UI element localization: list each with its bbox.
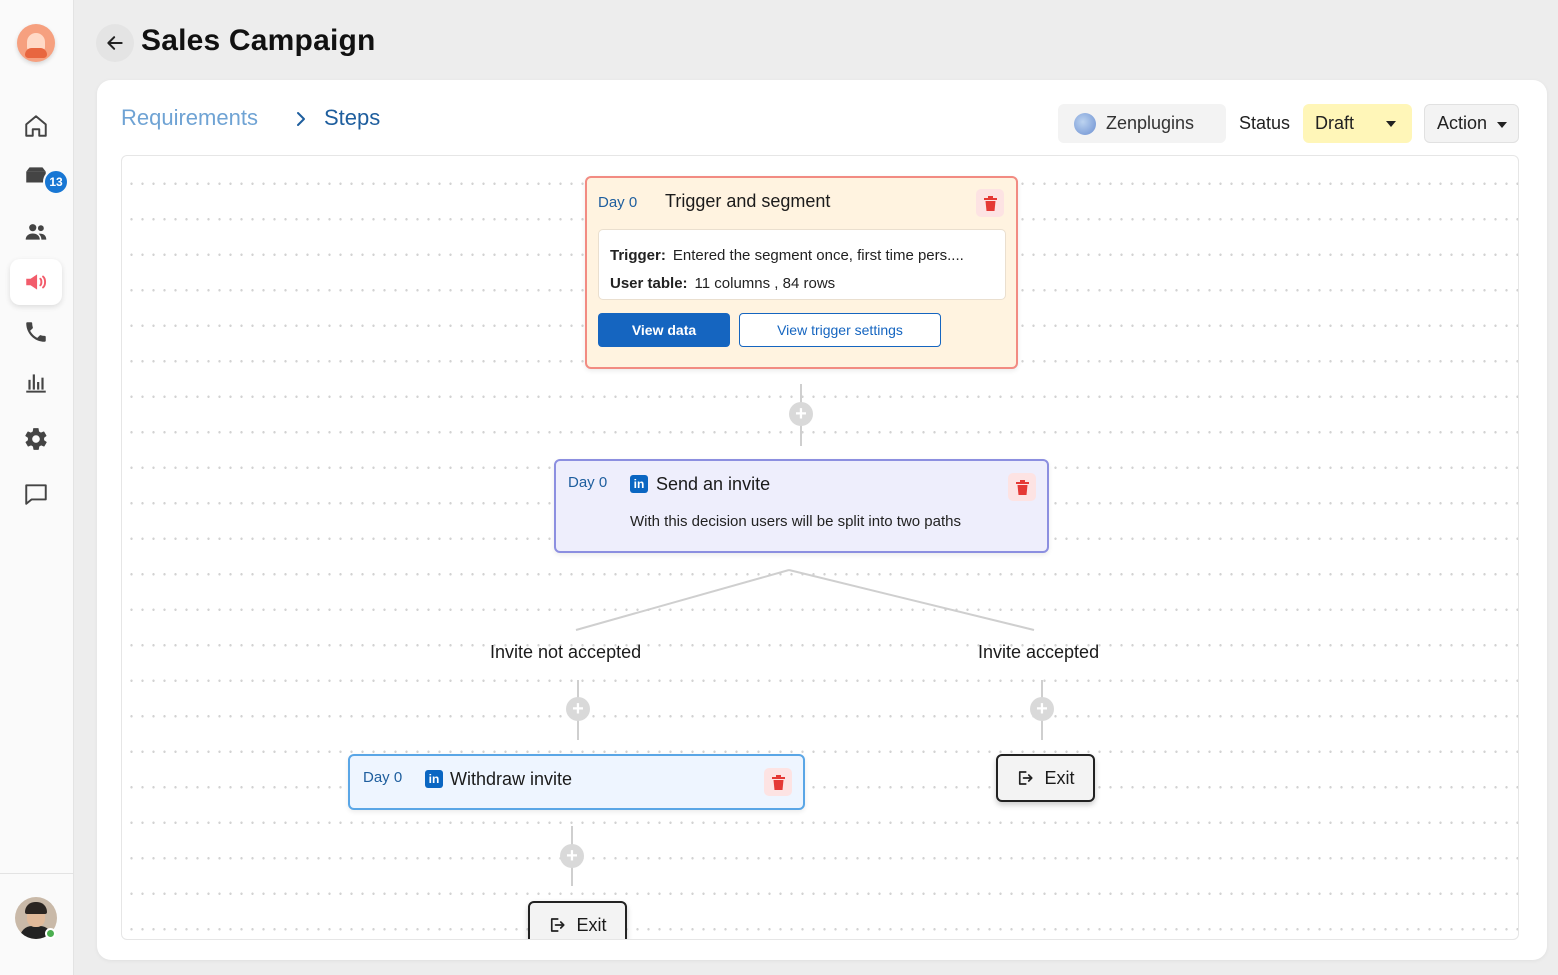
- withdraw-invite-node[interactable]: Day 0 in Withdraw invite: [348, 754, 805, 810]
- view-trigger-settings-button[interactable]: View trigger settings: [739, 313, 941, 347]
- phone-icon: [26, 322, 46, 342]
- home-icon: [25, 115, 47, 137]
- trigger-label: Trigger:: [610, 246, 666, 264]
- trigger-value: Entered the segment once, first time per…: [672, 246, 964, 264]
- invite-title: Send an invite: [656, 474, 771, 494]
- trigger-node[interactable]: Day 0 Trigger and segment Trigger: Enter…: [585, 176, 1018, 369]
- bar-chart-icon: [26, 374, 46, 393]
- sidebar-item-calls[interactable]: [10, 309, 62, 355]
- trash-icon[interactable]: [976, 189, 1004, 217]
- linkedin-icon: in: [630, 475, 648, 493]
- globe-icon: [1074, 112, 1096, 135]
- trigger-title: Trigger and segment: [665, 191, 831, 211]
- chevron-right-icon: [294, 108, 308, 134]
- sidebar-item-home[interactable]: [10, 103, 62, 149]
- logo-body: [25, 48, 47, 58]
- caret-down-icon: [1386, 121, 1396, 127]
- breadcrumb-steps[interactable]: Steps: [324, 105, 380, 131]
- sidebar: 13: [0, 0, 74, 975]
- trigger-info-box: Trigger: Entered the segment once, first…: [598, 229, 1006, 300]
- inbox-badge: 13: [43, 169, 69, 195]
- action-dropdown-button[interactable]: Action: [1424, 104, 1519, 143]
- view-data-button[interactable]: View data: [598, 313, 730, 347]
- trigger-day-label: Day 0: [598, 194, 638, 211]
- exit-icon: [551, 918, 566, 932]
- gear-icon: [25, 428, 47, 450]
- send-invite-node[interactable]: Day 0 in Send an invite With this decisi…: [554, 459, 1049, 553]
- page-title: Sales Campaign: [141, 24, 376, 57]
- add-step-button[interactable]: +: [560, 844, 584, 868]
- add-step-button[interactable]: +: [789, 402, 813, 426]
- integration-label: Zenplugins: [1106, 113, 1195, 133]
- online-status-dot: [45, 928, 56, 939]
- exit-icon: [1019, 771, 1034, 785]
- connector-line: [788, 569, 1035, 631]
- connector-line: [575, 569, 790, 631]
- breadcrumb-requirements[interactable]: Requirements: [121, 105, 258, 131]
- exit-node[interactable]: Exit: [528, 901, 627, 939]
- add-step-button[interactable]: +: [1030, 697, 1054, 721]
- user-table-label: User table:: [610, 274, 688, 292]
- trash-icon[interactable]: [1008, 473, 1036, 501]
- chat-icon: [25, 484, 47, 505]
- arrow-left-icon: [107, 36, 123, 50]
- withdraw-title: Withdraw invite: [450, 769, 573, 789]
- status-dropdown[interactable]: Draft: [1303, 104, 1412, 143]
- exit-label: Exit: [576, 914, 607, 935]
- status-label: Status: [1239, 113, 1291, 133]
- avatar-hair: [25, 902, 47, 914]
- sidebar-item-campaigns[interactable]: [10, 259, 62, 305]
- sidebar-item-settings[interactable]: [10, 416, 62, 462]
- invite-day-label: Day 0: [568, 474, 608, 491]
- action-label: Action: [1437, 113, 1488, 133]
- branch-label-accepted: Invite accepted: [978, 642, 1100, 662]
- mascot-logo-icon[interactable]: [17, 24, 55, 62]
- sidebar-item-contacts[interactable]: [10, 209, 62, 255]
- people-icon: [25, 224, 47, 240]
- add-step-button[interactable]: +: [566, 697, 590, 721]
- integration-chip[interactable]: Zenplugins: [1058, 104, 1226, 143]
- flow-canvas[interactable]: Day 0 Trigger and segment Trigger: Enter…: [121, 155, 1519, 940]
- megaphone-icon: [26, 274, 47, 290]
- exit-node[interactable]: Exit: [996, 754, 1095, 802]
- user-table-value: 11 columns , 84 rows: [694, 274, 836, 292]
- sidebar-item-messages[interactable]: [10, 471, 62, 517]
- branch-label-not-accepted: Invite not accepted: [490, 642, 642, 662]
- sidebar-divider: [0, 873, 74, 874]
- caret-down-icon: [1497, 122, 1507, 128]
- sidebar-item-analytics[interactable]: [10, 359, 62, 405]
- linkedin-icon: in: [425, 770, 443, 788]
- status-value: Draft: [1315, 113, 1355, 133]
- sidebar-item-inbox[interactable]: 13: [10, 153, 69, 199]
- trash-icon[interactable]: [764, 768, 792, 796]
- invite-description: With this decision users will be split i…: [630, 513, 961, 530]
- exit-label: Exit: [1044, 767, 1075, 788]
- withdraw-day-label: Day 0: [363, 769, 403, 786]
- back-button[interactable]: [96, 24, 134, 62]
